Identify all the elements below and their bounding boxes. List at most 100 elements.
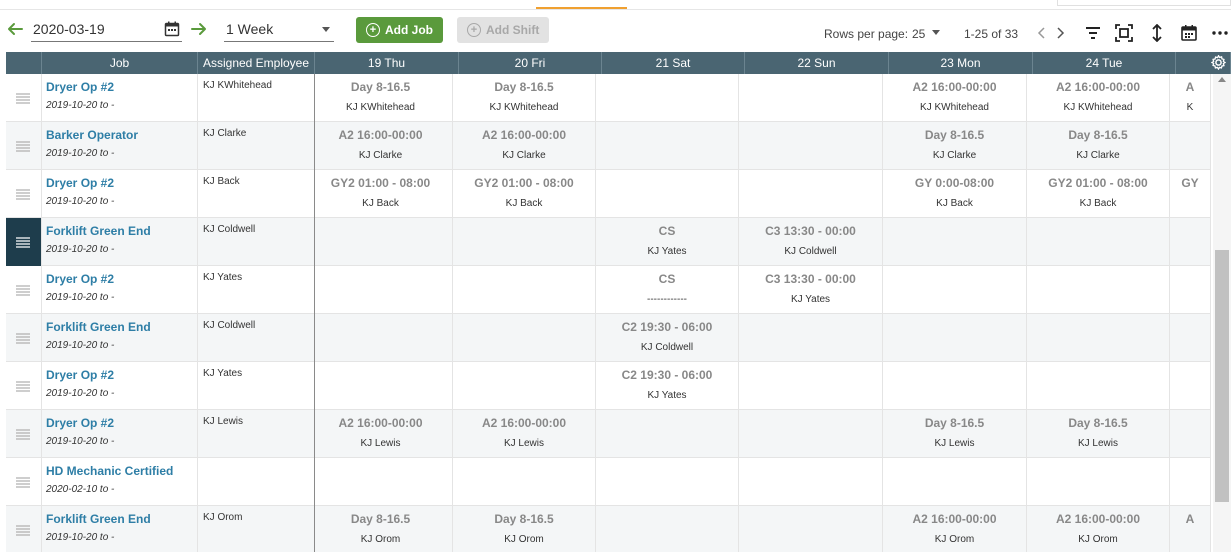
shift-cell[interactable]: Day 8-16.5 KJ Lewis — [883, 410, 1027, 458]
row-height-icon[interactable] — [1148, 24, 1166, 42]
header-day[interactable]: 20 Fri — [459, 52, 602, 74]
shift-cell[interactable] — [739, 458, 883, 506]
table-row[interactable]: Dryer Op #2 2019-10-20 to - KJ Lewis A2 16:… — [6, 410, 1211, 458]
assigned-employee[interactable]: KJ Lewis — [198, 410, 315, 458]
shift-cell[interactable]: A2 16:00-00:00 KJ Orom — [883, 506, 1027, 552]
job-name-link[interactable]: Dryer Op #2 — [46, 416, 197, 430]
shift-cell[interactable] — [883, 218, 1027, 266]
shift-cell[interactable]: A2 16:00-00:00 KJ Clarke — [309, 122, 453, 170]
chevron-right-icon[interactable] — [1054, 25, 1066, 41]
job-cell[interactable]: Dryer Op #2 2019-10-20 to - — [42, 266, 198, 314]
assigned-employee[interactable]: KJ Yates — [198, 266, 315, 314]
table-row[interactable]: Dryer Op #2 2019-10-20 to - KJ Yates C2 19:… — [6, 362, 1211, 410]
more-options-icon[interactable] — [1211, 24, 1229, 42]
shift-cell[interactable] — [453, 458, 596, 506]
calendar-icon[interactable] — [164, 21, 180, 37]
job-cell[interactable]: Forklift Green End 2019-10-20 to - — [42, 506, 198, 552]
job-cell[interactable]: Dryer Op #2 2019-10-20 to - — [42, 74, 198, 122]
shift-cell[interactable] — [1027, 266, 1170, 314]
shift-cell[interactable]: GY2 01:00 - 08:00 KJ Back — [309, 170, 453, 218]
shift-cell[interactable] — [596, 506, 739, 552]
job-name-link[interactable]: Forklift Green End — [46, 224, 197, 238]
shift-cell[interactable] — [453, 314, 596, 362]
row-drag-handle[interactable] — [6, 506, 42, 552]
arrow-right-icon[interactable] — [190, 20, 208, 38]
shift-cell[interactable] — [1027, 314, 1170, 362]
row-drag-handle[interactable] — [6, 74, 42, 122]
row-drag-handle[interactable] — [6, 410, 42, 458]
shift-cell[interactable]: A2 16:00-00:00 KJ Lewis — [309, 410, 453, 458]
header-day[interactable]: 24 Tue — [1033, 52, 1176, 74]
scroll-up-arrow-icon[interactable] — [1218, 77, 1226, 82]
row-drag-handle[interactable] — [6, 266, 42, 314]
shift-cell[interactable]: Day 8-16.5 KJ Orom — [453, 506, 596, 552]
shift-cell[interactable]: C2 19:30 - 06:00 KJ Coldwell — [596, 314, 739, 362]
table-row[interactable]: Forklift Green End 2019-10-20 to - KJ Orom… — [6, 506, 1211, 552]
shift-cell[interactable]: AK — [1170, 74, 1211, 122]
job-cell[interactable]: Dryer Op #2 2019-10-20 to - — [42, 170, 198, 218]
assigned-employee[interactable]: KJ Clarke — [198, 122, 315, 170]
shift-cell[interactable] — [739, 314, 883, 362]
shift-cell[interactable] — [453, 218, 596, 266]
shift-cell[interactable] — [1027, 362, 1170, 410]
shift-cell[interactable] — [883, 314, 1027, 362]
shift-cell[interactable] — [739, 170, 883, 218]
job-name-link[interactable]: Barker Operator — [46, 128, 197, 142]
gear-icon[interactable] — [1211, 55, 1226, 70]
shift-cell[interactable] — [1170, 362, 1211, 410]
shift-cell[interactable] — [1170, 458, 1211, 506]
header-day[interactable]: 21 Sat — [602, 52, 745, 74]
shift-cell[interactable]: GY2 01:00 - 08:00 KJ Back — [1027, 170, 1170, 218]
table-row[interactable]: Forklift Green End 2019-10-20 to - KJ Cold… — [6, 314, 1211, 362]
shift-cell[interactable] — [309, 314, 453, 362]
job-name-link[interactable]: Dryer Op #2 — [46, 368, 197, 382]
shift-cell[interactable] — [739, 122, 883, 170]
table-row[interactable]: Barker Operator 2019-10-20 to - KJ Clarke A… — [6, 122, 1211, 170]
period-select[interactable]: 1 Week — [224, 16, 334, 42]
job-name-link[interactable]: Forklift Green End — [46, 512, 197, 526]
shift-cell[interactable]: GY 0:00-08:00 KJ Back — [883, 170, 1027, 218]
shift-cell[interactable] — [739, 362, 883, 410]
shift-cell[interactable]: A2 16:00-00:00 KJ Clarke — [453, 122, 596, 170]
shift-cell[interactable]: Day 8-16.5 KJ KWhitehead — [309, 74, 453, 122]
fit-screen-icon[interactable] — [1115, 24, 1133, 42]
shift-cell[interactable]: A2 16:00-00:00 KJ Orom — [1027, 506, 1170, 552]
assigned-employee[interactable]: KJ Back — [198, 170, 315, 218]
job-name-link[interactable]: Dryer Op #2 — [46, 176, 197, 190]
shift-cell[interactable] — [739, 74, 883, 122]
filter-icon[interactable] — [1084, 24, 1102, 42]
shift-cell[interactable] — [1027, 458, 1170, 506]
rows-per-page-select[interactable]: 25 — [912, 27, 925, 41]
table-row[interactable]: Dryer Op #2 2019-10-20 to - KJ Back GY2 01:… — [6, 170, 1211, 218]
job-name-link[interactable]: HD Mechanic Certified — [46, 464, 197, 478]
scrollbar-thumb[interactable] — [1215, 250, 1229, 502]
shift-cell[interactable] — [739, 410, 883, 458]
shift-cell[interactable] — [596, 74, 739, 122]
add-shift-button[interactable]: + Add Shift — [457, 17, 549, 43]
shift-cell[interactable] — [1170, 314, 1211, 362]
shift-cell[interactable] — [883, 362, 1027, 410]
assigned-employee[interactable]: KJ Yates — [198, 362, 315, 410]
shift-cell[interactable] — [1170, 410, 1211, 458]
shift-cell[interactable] — [883, 266, 1027, 314]
shift-cell[interactable] — [1027, 218, 1170, 266]
shift-cell[interactable]: Day 8-16.5 KJ Lewis — [1027, 410, 1170, 458]
shift-cell[interactable]: A2 16:00-00:00 KJ Lewis — [453, 410, 596, 458]
header-day[interactable]: 22 Sun — [745, 52, 889, 74]
table-row[interactable]: HD Mechanic Certified 2020-02-10 to - — [6, 458, 1211, 506]
job-cell[interactable]: Barker Operator 2019-10-20 to - — [42, 122, 198, 170]
date-input[interactable]: 2020-03-19 — [31, 16, 182, 42]
job-cell[interactable]: Forklift Green End 2019-10-20 to - — [42, 218, 198, 266]
assigned-employee[interactable]: KJ Coldwell — [198, 218, 315, 266]
shift-cell[interactable] — [453, 362, 596, 410]
row-drag-handle[interactable] — [6, 458, 42, 506]
shift-cell[interactable] — [596, 458, 739, 506]
shift-cell[interactable] — [309, 362, 453, 410]
row-drag-handle[interactable] — [6, 170, 42, 218]
shift-cell[interactable] — [309, 266, 453, 314]
table-row[interactable]: Dryer Op #2 2019-10-20 to - KJ KWhitehead D… — [6, 74, 1211, 122]
header-job[interactable]: Job — [42, 52, 198, 74]
job-name-link[interactable]: Forklift Green End — [46, 320, 197, 334]
header-day[interactable]: 19 Thu — [315, 52, 459, 74]
shift-cell[interactable] — [1170, 266, 1211, 314]
